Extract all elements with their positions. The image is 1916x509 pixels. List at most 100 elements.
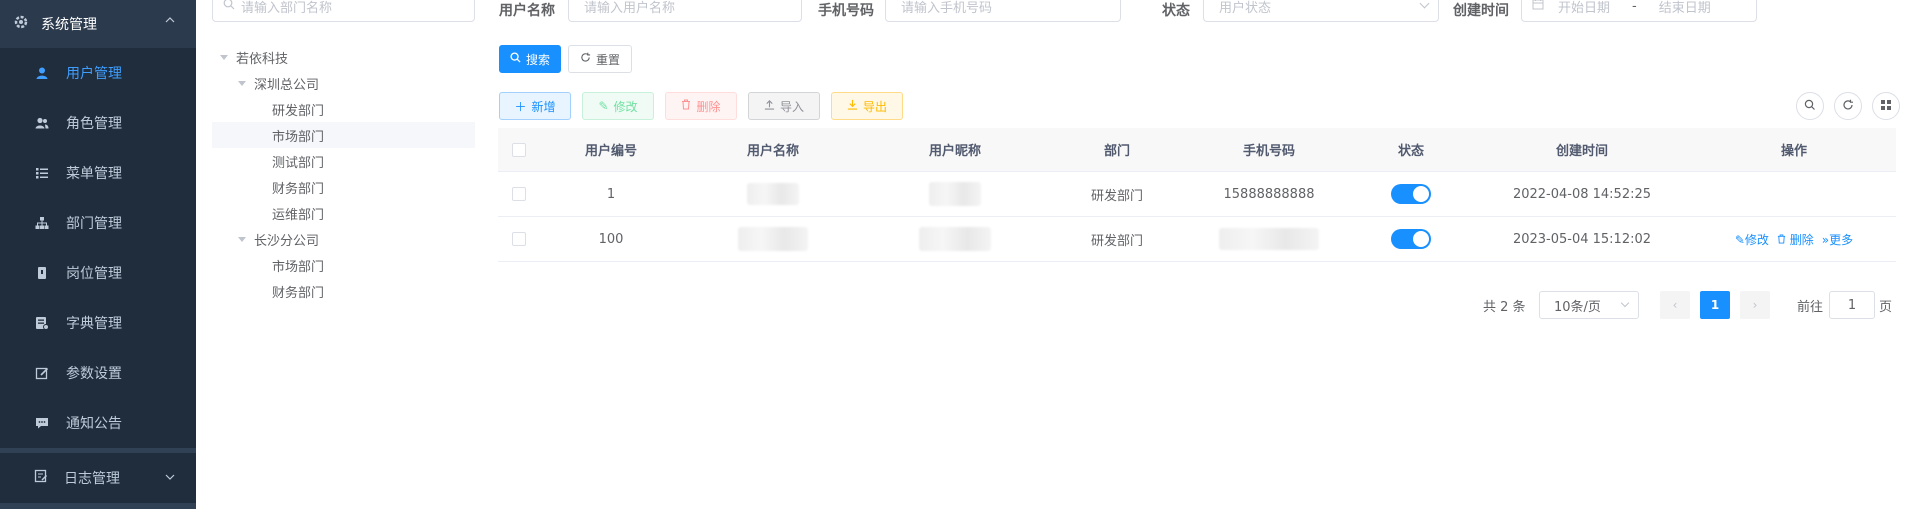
sidebar-item-dept[interactable]: 部门管理 bbox=[0, 198, 196, 248]
reset-button-label: 重置 bbox=[595, 52, 620, 67]
sidebar-item-label: 岗位管理 bbox=[66, 266, 122, 282]
row-more-label: 更多 bbox=[1829, 232, 1854, 247]
tree-node[interactable]: 研发部门 bbox=[212, 96, 475, 122]
cell-operations bbox=[1692, 172, 1896, 216]
trash-icon bbox=[1777, 233, 1790, 247]
sidebar-group-system[interactable]: 系统管理 bbox=[0, 0, 196, 48]
tree-node[interactable]: 市场部门 bbox=[212, 252, 475, 278]
goto-suffix: 页 bbox=[1879, 300, 1893, 315]
row-checkbox[interactable] bbox=[512, 187, 526, 201]
page-button-current[interactable]: 1 bbox=[1700, 291, 1730, 319]
tree-node-label: 财务部门 bbox=[272, 181, 325, 197]
header-nickname: 用户昵称 bbox=[928, 144, 981, 159]
reset-button[interactable]: 重置 bbox=[568, 45, 632, 73]
tree-node[interactable]: 市场部门 bbox=[212, 122, 475, 148]
tree-node[interactable]: 深圳总公司 bbox=[212, 70, 475, 96]
tree-icon bbox=[34, 215, 50, 231]
log-icon bbox=[34, 469, 48, 487]
sidebar-item-role[interactable]: 角色管理 bbox=[0, 98, 196, 148]
tree-node[interactable]: 测试部门 bbox=[212, 148, 475, 174]
redacted-phone bbox=[1219, 228, 1319, 250]
toggle-search-button[interactable] bbox=[1796, 92, 1824, 120]
next-page-button[interactable]: › bbox=[1740, 291, 1770, 319]
trash-icon bbox=[681, 99, 691, 113]
prev-page-button[interactable]: ‹ bbox=[1660, 291, 1690, 319]
sidebar-item-post[interactable]: 岗位管理 bbox=[0, 248, 196, 298]
status-switch[interactable] bbox=[1391, 184, 1431, 204]
sidebar-group-log[interactable]: 日志管理 bbox=[0, 453, 196, 503]
row-checkbox[interactable] bbox=[512, 232, 526, 246]
sidebar-item-notice[interactable]: 通知公告 bbox=[0, 398, 196, 448]
chevron-up-icon bbox=[164, 14, 176, 30]
row-delete-link[interactable]: 删除 bbox=[1777, 231, 1814, 248]
sidebar-item-dict[interactable]: 字典管理 bbox=[0, 298, 196, 348]
dict-icon bbox=[34, 315, 50, 331]
sidebar-group-label: 系统管理 bbox=[41, 17, 97, 33]
message-icon bbox=[34, 415, 50, 431]
end-date-placeholder: 结束日期 bbox=[1658, 0, 1711, 16]
cell-created: 2022-04-08 14:52:25 bbox=[1512, 186, 1652, 202]
refresh-icon bbox=[1842, 99, 1854, 114]
tree-node-label: 运维部门 bbox=[272, 207, 325, 223]
page-size-select[interactable]: 10条/页 bbox=[1539, 291, 1639, 319]
username-input[interactable]: 请输入用户名称 bbox=[568, 0, 802, 22]
cell-operations: ✎修改 删除 »更多 bbox=[1692, 217, 1896, 261]
refresh-table-button[interactable] bbox=[1834, 92, 1862, 120]
add-button[interactable]: ＋ 新增 bbox=[499, 92, 571, 120]
goto-page-input[interactable]: 1 bbox=[1829, 291, 1875, 319]
status-switch[interactable] bbox=[1391, 229, 1431, 249]
tree-node-label: 测试部门 bbox=[272, 155, 325, 171]
chevron-down-icon bbox=[1419, 0, 1430, 9]
upload-icon bbox=[764, 99, 775, 113]
columns-button[interactable] bbox=[1872, 92, 1900, 120]
redacted-nickname bbox=[929, 182, 981, 206]
status-select[interactable]: 用户状态 bbox=[1203, 0, 1439, 22]
phone-input[interactable]: 请输入手机号码 bbox=[885, 0, 1121, 22]
import-button-label: 导入 bbox=[779, 99, 804, 114]
chevron-left-icon: ‹ bbox=[1672, 298, 1678, 312]
import-button[interactable]: 导入 bbox=[748, 92, 820, 120]
users-icon bbox=[34, 115, 50, 131]
tree-node[interactable]: 财务部门 bbox=[212, 278, 475, 304]
add-button-label: 新增 bbox=[531, 99, 556, 114]
tree-node[interactable]: 财务部门 bbox=[212, 174, 475, 200]
sidebar-item-config[interactable]: 参数设置 bbox=[0, 348, 196, 398]
tree-node[interactable]: 运维部门 bbox=[212, 200, 475, 226]
export-button[interactable]: 导出 bbox=[831, 92, 903, 120]
tree-node[interactable]: 若依科技 bbox=[212, 44, 475, 70]
goto-prefix: 前往 bbox=[1797, 300, 1824, 315]
tree-node[interactable]: 长沙分公司 bbox=[212, 226, 475, 252]
plus-icon: ＋ bbox=[514, 99, 527, 114]
delete-button-label: 删除 bbox=[696, 99, 721, 114]
header-created: 创建时间 bbox=[1555, 144, 1608, 159]
status-placeholder: 用户状态 bbox=[1219, 0, 1272, 16]
row-more-link[interactable]: »更多 bbox=[1822, 231, 1853, 248]
chevron-right-icon: › bbox=[1752, 298, 1758, 312]
chevron-down-icon bbox=[1620, 298, 1630, 308]
date-range-picker[interactable]: 开始日期 - 结束日期 bbox=[1521, 0, 1757, 22]
search-icon bbox=[510, 52, 521, 66]
table-row: 1 研发部门 15888888888 2022-04-08 14:52:25 bbox=[498, 172, 1896, 217]
header-phone: 手机号码 bbox=[1242, 144, 1295, 159]
dept-search-input[interactable]: 请输入部门名称 bbox=[212, 0, 475, 22]
sidebar-item-user[interactable]: 用户管理 bbox=[0, 48, 196, 98]
calendar-icon bbox=[1532, 0, 1544, 14]
cell-created: 2023-05-04 15:12:02 bbox=[1512, 231, 1652, 247]
edit-button[interactable]: ✎ 修改 bbox=[582, 92, 654, 120]
caret-down-icon bbox=[220, 54, 228, 60]
sidebar-item-menu[interactable]: 菜单管理 bbox=[0, 148, 196, 198]
cell-dept: 研发部门 bbox=[1090, 188, 1143, 204]
tree-node-label: 深圳总公司 bbox=[254, 77, 320, 93]
search-button[interactable]: 搜索 bbox=[499, 45, 561, 73]
goto-page-value: 1 bbox=[1847, 297, 1857, 313]
sidebar-item-label: 角色管理 bbox=[66, 116, 122, 132]
phone-placeholder: 请输入手机号码 bbox=[901, 0, 993, 16]
select-all-cell bbox=[498, 128, 540, 171]
sidebar-item-label: 部门管理 bbox=[66, 216, 122, 232]
range-separator: - bbox=[1632, 0, 1637, 14]
cell-phone: 15888888888 bbox=[1223, 186, 1315, 202]
sidebar-item-label: 字典管理 bbox=[66, 316, 122, 332]
row-edit-link[interactable]: ✎修改 bbox=[1735, 231, 1769, 248]
select-all-checkbox[interactable] bbox=[512, 142, 526, 157]
delete-button[interactable]: 删除 bbox=[665, 92, 737, 120]
